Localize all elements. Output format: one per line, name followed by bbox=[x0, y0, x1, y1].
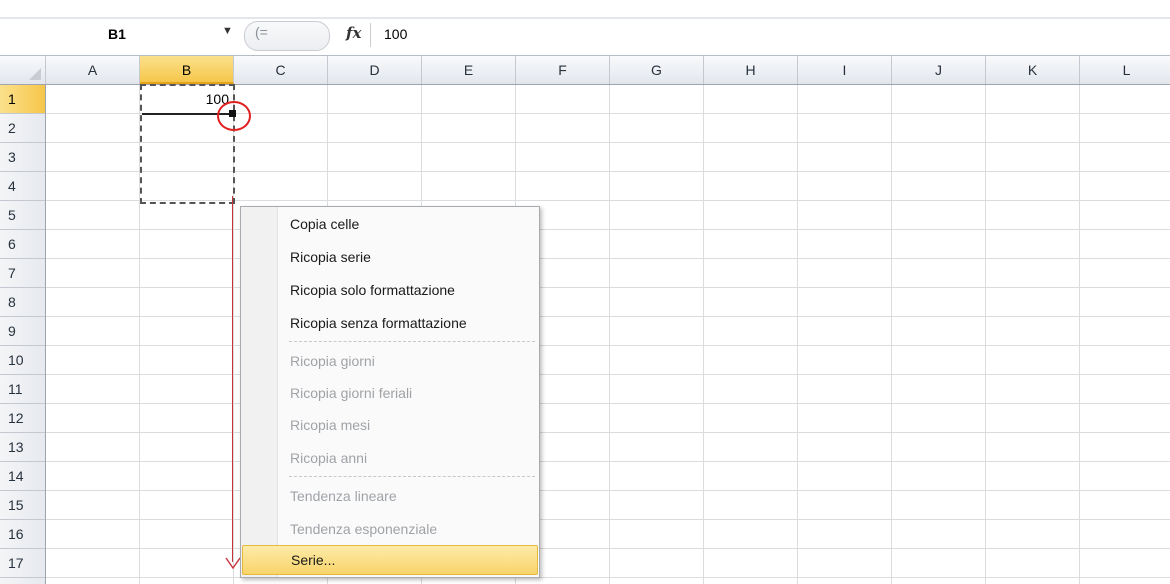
row-header-12[interactable]: 12 bbox=[0, 404, 45, 433]
menu-item-tendenza-esponenziale[interactable]: Tendenza esponenziale bbox=[242, 514, 538, 544]
row-header-9[interactable]: 9 bbox=[0, 317, 45, 346]
select-all-corner[interactable] bbox=[0, 56, 46, 84]
column-header-l[interactable]: L bbox=[1080, 56, 1170, 84]
menu-item-ricopia-senza-formattazione[interactable]: Ricopia senza formattazione bbox=[242, 308, 538, 338]
column-header-i[interactable]: I bbox=[798, 56, 892, 84]
formula-text: 100 bbox=[384, 26, 408, 42]
menu-item-ricopia-serie[interactable]: Ricopia serie bbox=[242, 242, 538, 272]
row-header-2[interactable]: 2 bbox=[0, 114, 45, 143]
cell-b1[interactable]: 100 bbox=[143, 91, 229, 107]
formula-bar: B1 ▼ (= fx 100 bbox=[0, 0, 1170, 54]
column-header-j[interactable]: J bbox=[892, 56, 986, 84]
name-box[interactable]: B1 ▼ bbox=[0, 21, 236, 49]
fill-context-menu: Copia celle Ricopia serie Ricopia solo f… bbox=[240, 206, 540, 578]
column-header-g[interactable]: G bbox=[610, 56, 704, 84]
menu-separator bbox=[289, 341, 535, 342]
row-header-7[interactable]: 7 bbox=[0, 259, 45, 288]
row-header-5[interactable]: 5 bbox=[0, 201, 45, 230]
menu-item-ricopia-solo-formattazione[interactable]: Ricopia solo formattazione bbox=[242, 275, 538, 305]
select-all-icon bbox=[29, 68, 41, 80]
fill-handle-highlight-circle bbox=[217, 101, 251, 131]
row-header-3[interactable]: 3 bbox=[0, 143, 45, 172]
row-header-11[interactable]: 11 bbox=[0, 375, 45, 404]
menu-item-ricopia-mesi[interactable]: Ricopia mesi bbox=[242, 410, 538, 440]
column-header-bar: ABCDEFGHIJKL bbox=[0, 55, 1170, 85]
row-header-15[interactable]: 15 bbox=[0, 491, 45, 520]
formula-bar-expand-control[interactable]: (= bbox=[244, 21, 330, 51]
menu-item-ricopia-giorni[interactable]: Ricopia giorni bbox=[242, 346, 538, 376]
row-header-14[interactable]: 14 bbox=[0, 462, 45, 491]
drag-direction-line bbox=[232, 196, 233, 562]
chevron-down-icon[interactable]: ▼ bbox=[222, 25, 233, 37]
row-header-17[interactable]: 17 bbox=[0, 549, 45, 578]
row-header-bar: 1 2 3 4 5 6 7 8 9 10 11 12 13 14 15 16 17 bbox=[0, 85, 46, 584]
equals-icon: (= bbox=[255, 24, 268, 40]
formula-input[interactable]: 100 bbox=[372, 21, 1170, 49]
name-box-value: B1 bbox=[108, 26, 126, 42]
ribbon-edge bbox=[0, 17, 1170, 19]
row-header-6[interactable]: 6 bbox=[0, 230, 45, 259]
row-header-10[interactable]: 10 bbox=[0, 346, 45, 375]
column-header-a[interactable]: A bbox=[46, 56, 140, 84]
row-header-13[interactable]: 13 bbox=[0, 433, 45, 462]
column-header-f[interactable]: F bbox=[516, 56, 610, 84]
row-header-4[interactable]: 4 bbox=[0, 172, 45, 201]
formula-divider bbox=[370, 23, 371, 47]
column-header-d[interactable]: D bbox=[328, 56, 422, 84]
menu-separator bbox=[289, 476, 535, 477]
row-header-1[interactable]: 1 bbox=[0, 85, 45, 114]
row-header-8[interactable]: 8 bbox=[0, 288, 45, 317]
menu-item-serie[interactable]: Serie... bbox=[242, 545, 538, 575]
column-header-k[interactable]: K bbox=[986, 56, 1080, 84]
column-header-h[interactable]: H bbox=[704, 56, 798, 84]
menu-item-tendenza-lineare[interactable]: Tendenza lineare bbox=[242, 481, 538, 511]
menu-item-ricopia-anni[interactable]: Ricopia anni bbox=[242, 443, 538, 473]
insert-function-icon[interactable]: fx bbox=[346, 24, 361, 42]
column-header-c[interactable]: C bbox=[234, 56, 328, 84]
row-header-16[interactable]: 16 bbox=[0, 520, 45, 549]
column-header-b[interactable]: B bbox=[140, 56, 234, 84]
column-header-e[interactable]: E bbox=[422, 56, 516, 84]
menu-item-ricopia-giorni-feriali[interactable]: Ricopia giorni feriali bbox=[242, 378, 538, 408]
menu-item-copia-celle[interactable]: Copia celle bbox=[242, 209, 538, 239]
